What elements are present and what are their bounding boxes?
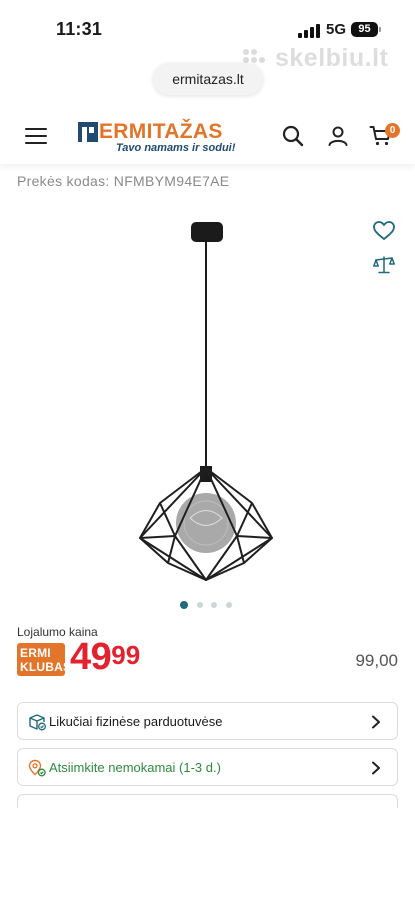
- loyalty-price: 4999: [70, 636, 140, 679]
- search-icon[interactable]: [281, 124, 305, 148]
- product-image[interactable]: [120, 218, 290, 588]
- price-decimal: 99: [111, 640, 141, 670]
- ermi-klubas-badge: ERMI KLUBAS: [17, 643, 72, 676]
- regular-price: 99,00: [355, 651, 398, 670]
- network-type: 5G: [326, 21, 347, 38]
- gallery-pagination: [180, 601, 240, 611]
- badge-line-2: KLUBAS: [20, 660, 72, 674]
- menu-icon[interactable]: [25, 128, 47, 144]
- signal-icon: [298, 24, 320, 38]
- cart-count-badge: 0: [385, 123, 400, 138]
- gallery-dot[interactable]: [211, 602, 217, 608]
- chevron-right-icon: [372, 761, 380, 775]
- brand-name: ERMITAŽAS: [99, 120, 223, 143]
- price-integer: 49: [70, 636, 112, 678]
- store-stock-icon: [29, 714, 46, 731]
- store-stock-label: Likučiai fizinėse parduotuvėse: [49, 714, 223, 729]
- logo-mark-icon: [78, 122, 98, 142]
- free-pickup-row[interactable]: Atsiimkite nemokamai (1-3 d.): [17, 748, 398, 786]
- account-icon[interactable]: [326, 124, 350, 148]
- status-time: 11:31: [56, 19, 103, 39]
- product-sku: Prekės kodas: NFMBYM94E7AE: [17, 173, 230, 189]
- battery-tip: [379, 27, 381, 32]
- store-stock-row[interactable]: Likučiai fizinėse parduotuvėse: [17, 702, 398, 740]
- chevron-right-icon: [372, 715, 380, 729]
- pickup-location-icon: [28, 759, 46, 777]
- site-logo[interactable]: ERMITAŽAS Tavo namams ir sodui!: [78, 120, 238, 156]
- url-bar[interactable]: ermitazas.lt: [153, 63, 263, 95]
- compare-scale-icon[interactable]: [373, 255, 395, 275]
- heart-icon[interactable]: [372, 219, 396, 243]
- free-pickup-label: Atsiimkite nemokamai (1-3 d.): [49, 760, 221, 775]
- watermark-text: skelbiu.lt: [275, 44, 389, 72]
- gallery-dot-active[interactable]: [180, 601, 188, 609]
- battery-icon: 95: [351, 22, 378, 37]
- gallery-dot[interactable]: [197, 602, 203, 608]
- gallery-dot[interactable]: [226, 602, 232, 608]
- brand-tagline: Tavo namams ir sodui!: [116, 142, 236, 154]
- info-row-partial[interactable]: [17, 794, 398, 808]
- badge-line-1: ERMI: [20, 646, 51, 660]
- site-header: ERMITAŽAS Tavo namams ir sodui!: [0, 108, 415, 164]
